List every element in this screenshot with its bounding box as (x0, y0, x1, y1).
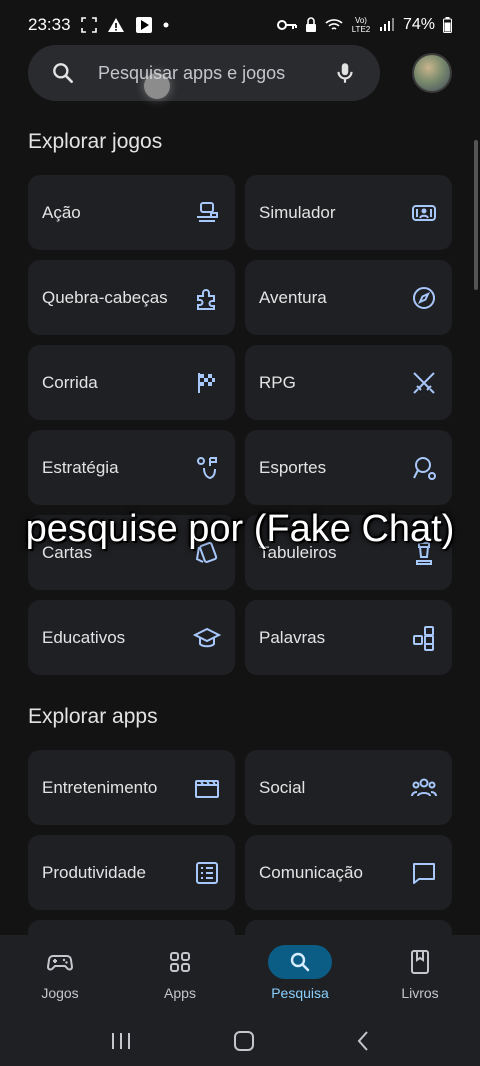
sports-icon (410, 454, 438, 482)
status-bar: 23:33 Vo) LTE2 74% (0, 0, 480, 50)
book-icon (411, 950, 429, 974)
gamepad-icon (47, 955, 73, 971)
battery-icon (443, 17, 452, 33)
gamepad-player-icon (193, 199, 221, 227)
microphone-icon[interactable] (332, 60, 358, 86)
strategy-icon (193, 454, 221, 482)
checklist-icon (193, 859, 221, 887)
overlay-caption: pesquise por (Fake Chat) (25, 508, 455, 550)
signal-icon (379, 18, 395, 32)
category-label: Palavras (259, 627, 326, 647)
search-icon (290, 952, 310, 972)
category-social[interactable]: Social (245, 750, 452, 825)
section-title-games: Explorar jogos (28, 130, 163, 153)
games-grid: Ação Simulador Quebra-cabeças Aventura C… (28, 175, 452, 675)
category-entretenimento[interactable]: Entretenimento (28, 750, 235, 825)
category-quebra-cabecas[interactable]: Quebra-cabeças (28, 260, 235, 335)
category-corrida[interactable]: Corrida (28, 345, 235, 420)
clapperboard-icon (193, 774, 221, 802)
category-label: Estratégia (42, 457, 119, 477)
status-time: 23:33 (28, 15, 71, 34)
category-esportes[interactable]: Esportes (245, 430, 452, 505)
category-label: Aventura (259, 287, 327, 307)
category-label: Comunicação (259, 862, 363, 882)
search-row: Pesquisar apps e jogos (28, 45, 452, 101)
screenshot-icon (80, 17, 97, 33)
avatar[interactable] (412, 53, 452, 93)
checkered-flag-icon (193, 369, 221, 397)
category-aventura[interactable]: Aventura (245, 260, 452, 335)
touch-indicator (144, 73, 170, 99)
wifi-icon (325, 18, 343, 32)
dot-icon (163, 22, 169, 28)
nav-icon-container (268, 945, 332, 979)
apps-grid-icon (170, 952, 190, 972)
lock-icon (305, 17, 317, 33)
puzzle-icon (193, 284, 221, 312)
category-palavras[interactable]: Palavras (245, 600, 452, 675)
graduation-cap-icon (193, 624, 221, 652)
category-educativos[interactable]: Educativos (28, 600, 235, 675)
nav-label: Pesquisa (271, 985, 329, 1001)
nav-icon-container (388, 945, 452, 979)
category-estrategia[interactable]: Estratégia (28, 430, 235, 505)
search-input[interactable]: Pesquisar apps e jogos (28, 45, 380, 101)
play-store-icon (135, 16, 153, 34)
scrollbar[interactable] (474, 140, 478, 290)
category-comunicacao[interactable]: Comunicação (245, 835, 452, 910)
search-placeholder: Pesquisar apps e jogos (98, 62, 286, 83)
category-label: Produtividade (42, 862, 146, 882)
nav-icon-container (28, 945, 92, 979)
category-label: Educativos (42, 627, 126, 647)
system-nav-bar (0, 1015, 480, 1066)
nav-icon-container (148, 945, 212, 979)
category-rpg[interactable]: RPG (245, 345, 452, 420)
battery-percent: 74% (402, 16, 435, 33)
category-label: Esportes (259, 457, 327, 477)
category-label: RPG (259, 372, 296, 392)
category-simulador[interactable]: Simulador (245, 175, 452, 250)
category-label: Corrida (42, 372, 98, 392)
nav-label: Apps (164, 985, 196, 1001)
nav-item-apps[interactable]: Apps (120, 935, 240, 1015)
category-acao[interactable]: Ação (28, 175, 235, 250)
compass-icon (410, 284, 438, 312)
chat-bubble-icon (410, 859, 438, 887)
category-label: Quebra-cabeças (42, 287, 168, 307)
people-icon (410, 774, 438, 802)
nav-item-livros[interactable]: Livros (360, 935, 480, 1015)
bottom-nav: Jogos Apps Pesquisa Livros (0, 935, 480, 1015)
search-icon (53, 63, 73, 83)
category-label: Simulador (259, 202, 336, 222)
recent-apps-icon[interactable] (110, 1031, 132, 1051)
back-icon[interactable] (356, 1030, 370, 1052)
nav-label: Livros (401, 985, 439, 1001)
section-title-apps: Explorar apps (28, 705, 158, 728)
category-label: Entretenimento (42, 777, 158, 797)
category-label: Ação (42, 202, 81, 222)
home-icon[interactable] (233, 1030, 255, 1052)
letter-tiles-icon (410, 624, 438, 652)
category-label: Social (259, 777, 306, 797)
nav-label: Jogos (41, 985, 79, 1001)
simulator-icon (410, 199, 438, 227)
nav-item-jogos[interactable]: Jogos (0, 935, 120, 1015)
key-icon (276, 19, 297, 31)
crossed-swords-icon (410, 369, 438, 397)
nav-item-pesquisa[interactable]: Pesquisa (240, 935, 360, 1015)
network-label: Vo) LTE2 (351, 16, 371, 34)
category-produtividade[interactable]: Produtividade (28, 835, 235, 910)
warning-icon (107, 17, 125, 33)
